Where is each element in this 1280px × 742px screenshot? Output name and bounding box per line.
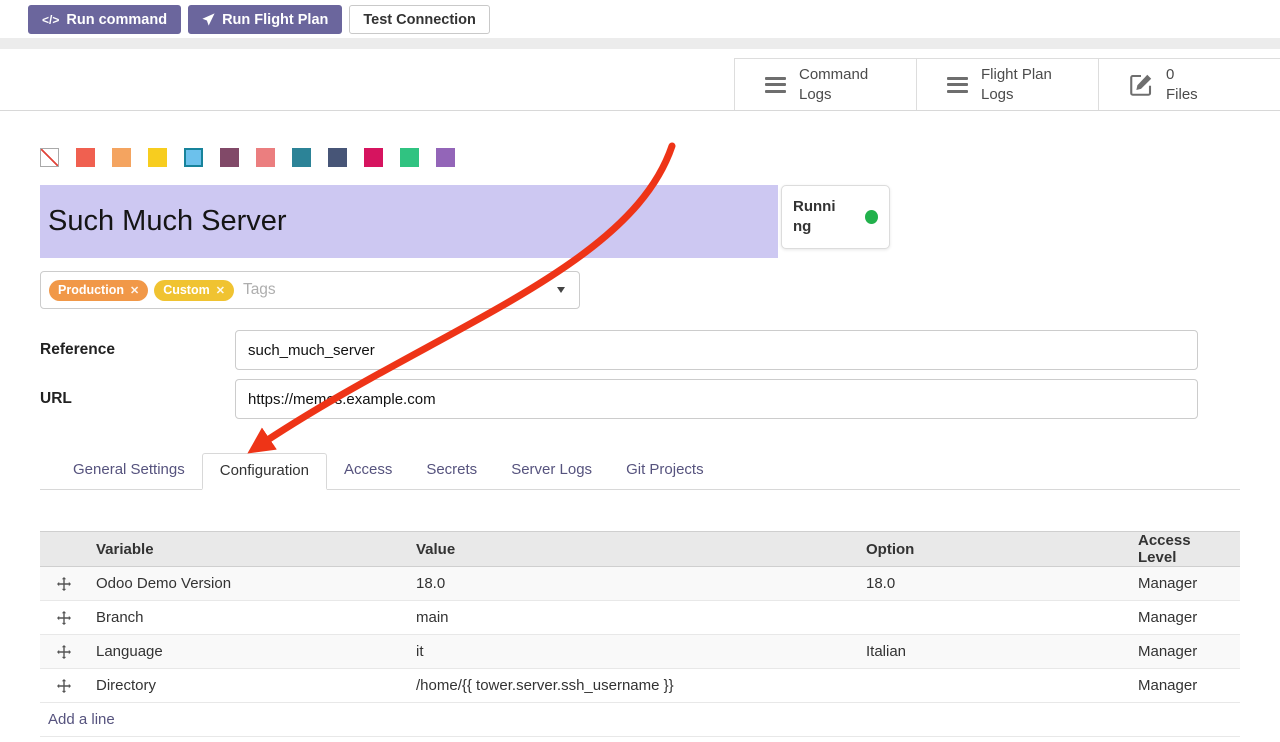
color-swatch-salmon[interactable] bbox=[256, 148, 275, 167]
files-button[interactable]: 0 Files bbox=[1098, 59, 1280, 110]
log-lines-icon bbox=[947, 73, 968, 96]
tab-configuration[interactable]: Configuration bbox=[202, 453, 327, 490]
tab-secrets[interactable]: Secrets bbox=[409, 453, 494, 489]
tags-placeholder: Tags bbox=[243, 281, 276, 299]
reference-label: Reference bbox=[40, 341, 235, 359]
color-swatch-yellow[interactable] bbox=[148, 148, 167, 167]
edit-icon bbox=[1129, 73, 1153, 97]
run-command-button[interactable]: </> Run command bbox=[28, 5, 181, 34]
server-form-page: </> Run command Run Flight Plan Test Con… bbox=[0, 0, 1280, 742]
notebook-tabs: General Settings Configuration Access Se… bbox=[40, 453, 1240, 490]
running-status-button[interactable]: Running bbox=[781, 185, 890, 249]
server-name-field[interactable]: Such Much Server bbox=[40, 185, 778, 258]
dropdown-caret-icon[interactable] bbox=[557, 287, 565, 293]
table-row: Language it Italian Manager bbox=[40, 635, 1240, 669]
header-row: Command Logs Flight Plan Logs bbox=[0, 49, 1280, 111]
cell-access-level[interactable]: Manager bbox=[1130, 635, 1240, 669]
divider-strip bbox=[0, 38, 1280, 49]
status-green-dot-icon bbox=[865, 210, 878, 224]
cell-value[interactable]: /home/{{ tower.server.ssh_username }} bbox=[408, 669, 858, 703]
column-header-variable: Variable bbox=[88, 532, 408, 567]
command-logs-button[interactable]: Command Logs bbox=[734, 59, 916, 110]
cell-variable[interactable]: Odoo Demo Version bbox=[88, 567, 408, 601]
url-field-row: URL bbox=[40, 379, 1240, 419]
cell-value[interactable]: it bbox=[408, 635, 858, 669]
add-a-line-link[interactable]: Add a line bbox=[48, 711, 115, 728]
color-swatch-teal[interactable] bbox=[292, 148, 311, 167]
tag-custom[interactable]: Custom ✕ bbox=[154, 280, 234, 301]
cell-value[interactable]: main bbox=[408, 601, 858, 635]
table-row: Branch main Manager bbox=[40, 601, 1240, 635]
flight-plan-logs-button[interactable]: Flight Plan Logs bbox=[916, 59, 1098, 110]
form-sheet: Such Much Server Running Production ✕ Cu… bbox=[0, 148, 1280, 737]
cell-option[interactable] bbox=[858, 601, 1130, 635]
cell-access-level[interactable]: Manager bbox=[1130, 601, 1240, 635]
color-swatch-green[interactable] bbox=[400, 148, 419, 167]
reference-input[interactable] bbox=[235, 330, 1198, 370]
run-command-label: Run command bbox=[66, 12, 167, 28]
test-connection-label: Test Connection bbox=[363, 12, 476, 28]
paper-plane-icon bbox=[202, 13, 215, 26]
color-palette bbox=[40, 148, 1240, 167]
page-title: Such Much Server bbox=[48, 205, 287, 238]
top-toolbar: </> Run command Run Flight Plan Test Con… bbox=[0, 0, 1280, 38]
tags-field[interactable]: Production ✕ Custom ✕ Tags bbox=[40, 271, 580, 309]
color-swatch-lightblue-selected[interactable] bbox=[184, 148, 203, 167]
table-header-row: Variable Value Option Access Level bbox=[40, 532, 1240, 567]
cell-access-level[interactable]: Manager bbox=[1130, 567, 1240, 601]
files-count: 0 bbox=[1166, 65, 1198, 85]
log-lines-icon bbox=[765, 73, 786, 96]
url-label: URL bbox=[40, 390, 235, 408]
column-header-option: Option bbox=[858, 532, 1130, 567]
status-label: Running bbox=[793, 197, 841, 238]
tab-server-logs[interactable]: Server Logs bbox=[494, 453, 609, 489]
drag-handle-icon[interactable] bbox=[40, 635, 88, 669]
drag-handle-icon[interactable] bbox=[40, 567, 88, 601]
cell-option[interactable]: Italian bbox=[858, 635, 1130, 669]
tab-general-settings[interactable]: General Settings bbox=[56, 453, 202, 489]
drag-handle-icon[interactable] bbox=[40, 669, 88, 703]
color-swatch-orange[interactable] bbox=[112, 148, 131, 167]
cell-value[interactable]: 18.0 bbox=[408, 567, 858, 601]
cell-variable[interactable]: Directory bbox=[88, 669, 408, 703]
table-row: Directory /home/{{ tower.server.ssh_user… bbox=[40, 669, 1240, 703]
color-swatch-darkpurple[interactable] bbox=[220, 148, 239, 167]
color-swatch-fuchsia[interactable] bbox=[364, 148, 383, 167]
table-row: Odoo Demo Version 18.0 18.0 Manager bbox=[40, 567, 1240, 601]
flight-plan-logs-label: Flight Plan Logs bbox=[981, 65, 1052, 104]
tab-access[interactable]: Access bbox=[327, 453, 409, 489]
column-header-access-level: Access Level bbox=[1130, 532, 1240, 567]
color-swatch-red[interactable] bbox=[76, 148, 95, 167]
files-label: 0 Files bbox=[1166, 65, 1198, 104]
handle-column-header bbox=[40, 532, 88, 567]
column-header-value: Value bbox=[408, 532, 858, 567]
cell-variable[interactable]: Branch bbox=[88, 601, 408, 635]
tag-remove-icon[interactable]: ✕ bbox=[130, 284, 139, 297]
run-flight-plan-button[interactable]: Run Flight Plan bbox=[188, 5, 342, 34]
cell-option[interactable] bbox=[858, 669, 1130, 703]
cell-variable[interactable]: Language bbox=[88, 635, 408, 669]
configuration-table-wrap: Variable Value Option Access Level Odoo … bbox=[40, 531, 1240, 737]
tag-custom-label: Custom bbox=[163, 283, 210, 297]
color-swatch-purple[interactable] bbox=[436, 148, 455, 167]
reference-field-row: Reference bbox=[40, 330, 1240, 370]
tag-production[interactable]: Production ✕ bbox=[49, 280, 148, 301]
cell-option[interactable]: 18.0 bbox=[858, 567, 1130, 601]
color-swatch-navy[interactable] bbox=[328, 148, 347, 167]
add-line-row: Add a line bbox=[40, 703, 1240, 737]
url-input[interactable] bbox=[235, 379, 1198, 419]
tag-remove-icon[interactable]: ✕ bbox=[216, 284, 225, 297]
title-row: Such Much Server Running bbox=[40, 185, 1240, 258]
test-connection-button[interactable]: Test Connection bbox=[349, 5, 490, 34]
drag-handle-icon[interactable] bbox=[40, 601, 88, 635]
stat-button-group: Command Logs Flight Plan Logs bbox=[734, 58, 1280, 110]
configuration-table: Variable Value Option Access Level Odoo … bbox=[40, 531, 1240, 737]
no-color-swatch[interactable] bbox=[40, 148, 59, 167]
command-logs-label: Command Logs bbox=[799, 65, 868, 104]
cell-access-level[interactable]: Manager bbox=[1130, 669, 1240, 703]
tag-production-label: Production bbox=[58, 283, 124, 297]
run-flight-plan-label: Run Flight Plan bbox=[222, 12, 328, 28]
code-icon: </> bbox=[42, 13, 59, 27]
tab-git-projects[interactable]: Git Projects bbox=[609, 453, 721, 489]
